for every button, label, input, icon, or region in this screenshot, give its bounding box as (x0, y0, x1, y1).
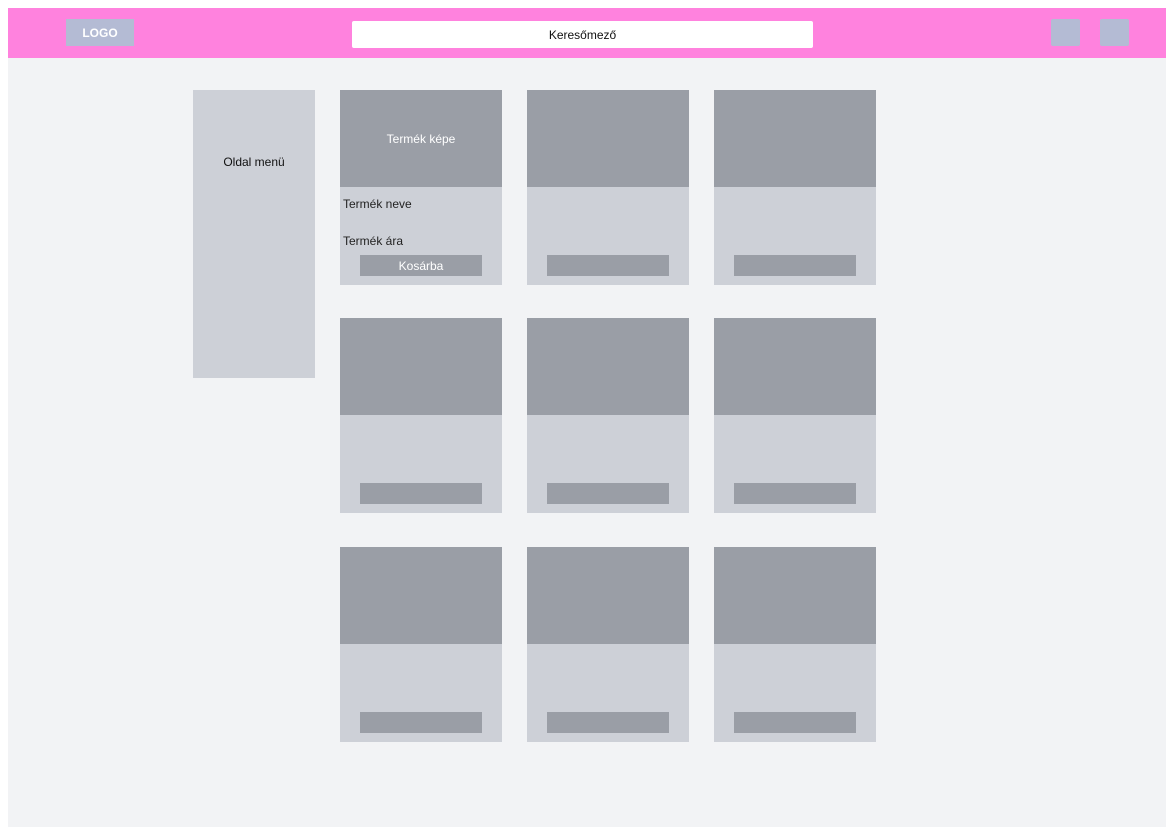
add-to-cart-button[interactable]: Kosárba (360, 255, 482, 276)
product-card[interactable] (714, 90, 876, 285)
side-menu-label: Oldal menü (223, 154, 285, 169)
product-image[interactable]: Termék képe (340, 90, 502, 187)
product-image[interactable] (714, 90, 876, 187)
product-image[interactable] (527, 318, 689, 415)
product-image[interactable] (527, 90, 689, 187)
product-card[interactable] (714, 318, 876, 513)
header-button-1[interactable] (1051, 19, 1080, 46)
product-name: Termék neve (343, 197, 412, 211)
product-card[interactable] (527, 90, 689, 285)
add-to-cart-button[interactable] (547, 712, 669, 733)
add-to-cart-button[interactable] (547, 483, 669, 504)
product-card[interactable]: Termék képe Termék neve Termék ára Kosárba (340, 90, 502, 285)
product-price: Termék ára (343, 234, 404, 248)
product-card[interactable] (340, 318, 502, 513)
add-to-cart-button[interactable] (734, 255, 856, 276)
product-image[interactable] (527, 547, 689, 644)
add-to-cart-button[interactable] (734, 712, 856, 733)
add-to-cart-button[interactable] (734, 483, 856, 504)
product-image[interactable] (714, 318, 876, 415)
product-image[interactable] (714, 547, 876, 644)
add-to-cart-button[interactable] (360, 712, 482, 733)
side-menu[interactable]: Oldal menü (193, 90, 315, 378)
product-image[interactable] (340, 318, 502, 415)
add-to-cart-button[interactable] (360, 483, 482, 504)
product-card[interactable] (340, 547, 502, 742)
product-card[interactable] (527, 318, 689, 513)
page: LOGO Oldal menü Termék képeTermék neveTe… (8, 8, 1166, 827)
logo[interactable]: LOGO (66, 19, 134, 46)
product-image[interactable] (340, 547, 502, 644)
product-card[interactable] (527, 547, 689, 742)
header-button-2[interactable] (1100, 19, 1129, 46)
header-bar: LOGO (8, 8, 1166, 58)
product-card[interactable] (714, 547, 876, 742)
search-input[interactable] (352, 21, 813, 48)
add-to-cart-button[interactable] (547, 255, 669, 276)
